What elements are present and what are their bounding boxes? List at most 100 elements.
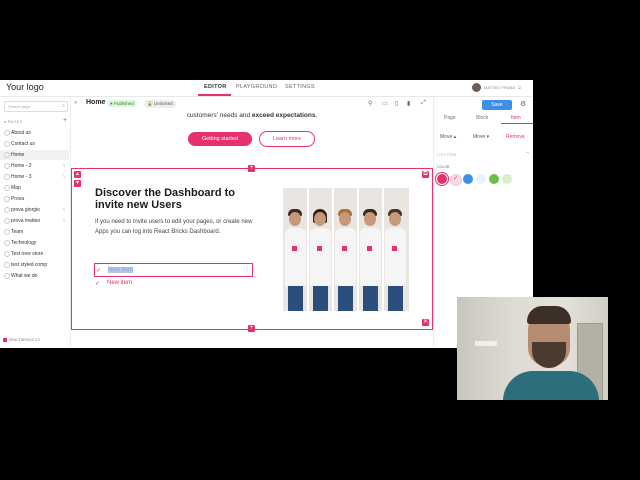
page-label: prova matteo — [11, 218, 41, 224]
page-icon — [4, 207, 10, 213]
team-member-image — [358, 188, 384, 311]
block-heading[interactable]: Discover the Dashboard to invite new Use… — [95, 187, 255, 211]
page-label: Technology — [11, 240, 37, 246]
sidebar-item-test-styled-comp[interactable]: test styled comp — [0, 260, 69, 270]
team-member-image — [383, 188, 407, 311]
team-photo[interactable] — [283, 188, 409, 311]
color-swatch-blue[interactable] — [463, 174, 473, 184]
page-label: Test new store — [11, 251, 44, 257]
page-icon — [4, 240, 10, 246]
sidebar-footer: REACTBRICKS 2.0 — [3, 338, 40, 342]
edit-icon[interactable]: ✎ — [63, 163, 66, 168]
page-label: Map — [11, 185, 21, 191]
page-icon — [4, 141, 10, 147]
move-up-button[interactable]: Move ▴ — [440, 134, 456, 140]
tab-block[interactable]: Block — [476, 115, 488, 121]
add-block-below-icon[interactable]: + — [248, 325, 255, 332]
sidebar-item-contact-us[interactable]: Contact us — [0, 139, 69, 149]
sidebar-item-test-new-store[interactable]: Test new store — [0, 249, 69, 259]
desktop-view-icon[interactable]: ▭ — [382, 100, 388, 107]
color-swatch-green[interactable] — [489, 174, 499, 184]
sidebar-item-home-3[interactable]: Home - 3 ✎ — [0, 172, 69, 182]
page-label: Home — [11, 152, 25, 158]
list-item[interactable]: ✓ New item — [94, 263, 253, 277]
sidebar-item-technology[interactable]: Technology — [0, 238, 69, 248]
team-member-image — [333, 188, 359, 311]
status-badge-published: ● Published — [107, 100, 137, 107]
sidebar-item-home[interactable]: Home — [0, 150, 69, 160]
sidebar-item-prova-giorgio[interactable]: prova giorgio ✎ — [0, 205, 69, 215]
style-icon[interactable]: ⚲ — [368, 100, 372, 107]
sidebar-item-team[interactable]: Team — [0, 227, 69, 237]
presenter-hair — [527, 306, 571, 324]
tab-playground[interactable]: PLAYGROUND — [236, 84, 277, 90]
tab-item[interactable]: Item — [511, 115, 521, 121]
react-bricks-editor: Your logo EDITOR PLAYGROUND SETTINGS MAT… — [0, 80, 533, 348]
search-icon: ⌕ — [62, 103, 65, 109]
learn-more-button[interactable]: Learn more — [259, 131, 315, 147]
status-badge-unlocked: 🔓 Unlocked — [144, 100, 176, 108]
selected-block[interactable]: + + ▴ ▾ ⧉ ✕ Discover the Dashboard to in… — [71, 165, 433, 332]
user-menu[interactable]: MATTEO FRANA ⎋ — [472, 83, 521, 92]
search-input[interactable]: Search page ⌕ — [4, 101, 68, 112]
remove-button[interactable]: Remove — [506, 134, 525, 140]
block-paragraph[interactable]: If you need to invite users to edit your… — [95, 217, 260, 237]
tab-editor[interactable]: EDITOR — [204, 84, 226, 90]
page-icon — [4, 251, 10, 257]
team-member-image — [283, 188, 309, 311]
pages-sidebar: Search page ⌕ ▾ PAGES + About us Contact… — [0, 97, 71, 348]
color-label: COLOR — [437, 165, 450, 169]
page-label: Contact us — [11, 141, 35, 147]
page-icon — [4, 273, 10, 279]
mobile-view-icon[interactable]: ▮ — [407, 100, 410, 107]
color-swatch-pink[interactable] — [437, 174, 447, 184]
edit-icon[interactable]: ✎ — [63, 207, 66, 212]
edit-icon[interactable]: ✎ — [63, 218, 66, 223]
app-logo: Your logo — [6, 82, 44, 92]
editor-toolbar: « Home ● Published 🔓 Unlocked ⚲ ▭ ▯ ▮ ⤢ — [71, 97, 433, 111]
save-button[interactable]: Save — [482, 100, 512, 110]
list-item-text[interactable]: New item — [107, 280, 132, 286]
sidebar-item-prova-matteo[interactable]: prova matteo ✎ — [0, 216, 69, 226]
logout-icon[interactable]: ⎋ — [518, 85, 521, 90]
list-item-text[interactable]: New item — [108, 267, 134, 273]
color-swatch-light-blue[interactable] — [476, 174, 486, 184]
sidebar-item-home-2[interactable]: Home - 2 ✎ — [0, 161, 69, 171]
page-icon — [4, 262, 10, 268]
reactbricks-logo-icon — [3, 338, 7, 342]
tablet-view-icon[interactable]: ▯ — [395, 100, 398, 107]
page-label: Home - 2 — [11, 163, 32, 169]
page-icon — [4, 152, 10, 158]
gear-icon[interactable]: ⚙ — [520, 100, 526, 108]
tab-settings[interactable]: SETTINGS — [285, 84, 315, 90]
fullscreen-icon[interactable]: ⤢ — [421, 100, 426, 107]
user-name: MATTEO FRANA — [484, 85, 516, 90]
list-item[interactable]: ✓ New item — [94, 277, 251, 289]
sidebar-item-what-we-do[interactable]: What we do — [0, 271, 69, 281]
move-down-button[interactable]: Move ▾ — [473, 134, 489, 140]
move-block-down-icon[interactable]: ▾ — [74, 180, 81, 187]
tab-page[interactable]: Page — [444, 115, 456, 121]
page-icon — [4, 229, 10, 235]
hero-text: customers' needs and exceed expectations… — [186, 112, 318, 119]
edit-icon[interactable]: ✎ — [63, 174, 66, 179]
chevron-up-icon[interactable]: ⌃ — [525, 151, 530, 158]
duplicate-block-icon[interactable]: ⧉ — [422, 171, 429, 178]
sidebar-item-about-us[interactable]: About us — [0, 128, 69, 138]
sidebar-item-map[interactable]: Map — [0, 183, 69, 193]
getting-started-button[interactable]: Getting started — [188, 132, 252, 146]
move-block-up-icon[interactable]: ▴ — [74, 171, 81, 178]
team-member-image — [308, 188, 334, 311]
page-label: About us — [11, 130, 31, 136]
webcam-video — [457, 297, 608, 400]
page-label: Team — [11, 229, 24, 235]
color-swatch-light-pink[interactable]: ✓ — [450, 174, 462, 186]
sidebar-item-prova[interactable]: Prova — [0, 194, 69, 204]
add-block-above-icon[interactable]: + — [248, 165, 255, 172]
color-swatch-light-green[interactable] — [502, 174, 512, 184]
video-ceiling-light — [475, 341, 497, 346]
check-icon: ✓ — [96, 268, 102, 274]
add-page-button[interactable]: + — [63, 117, 67, 124]
collapse-sidebar-icon[interactable]: « — [74, 100, 77, 106]
delete-block-icon[interactable]: ✕ — [422, 319, 429, 326]
